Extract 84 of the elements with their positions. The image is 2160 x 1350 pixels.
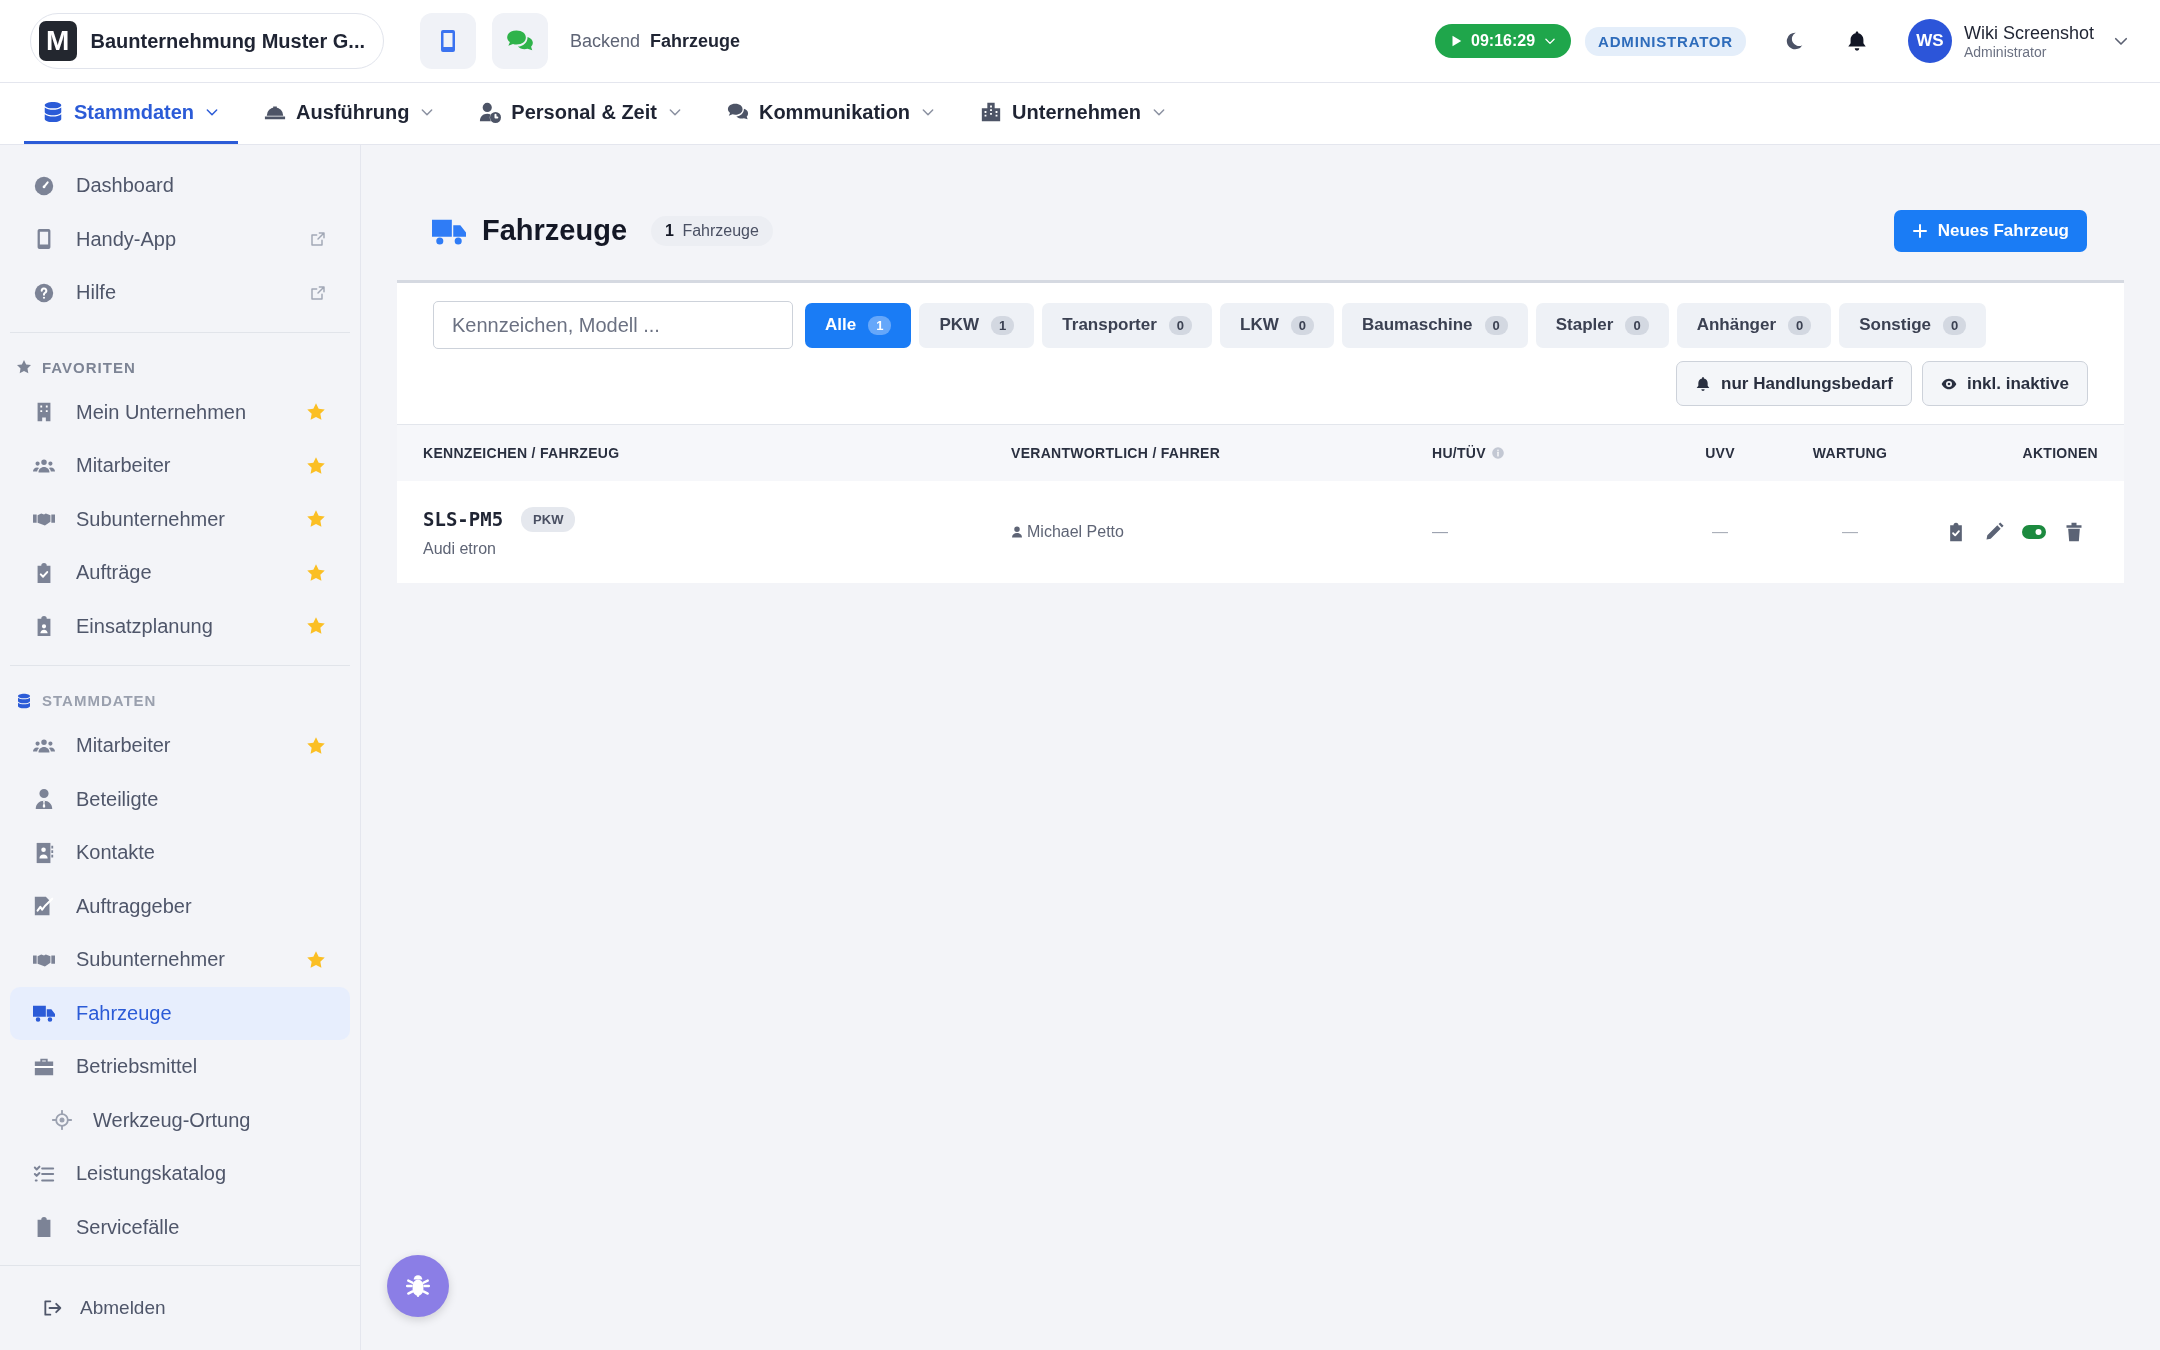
crosshair-icon bbox=[50, 1110, 74, 1131]
mobile-app-button[interactable] bbox=[420, 13, 476, 69]
column-header: HU/TÜV bbox=[1432, 445, 1486, 461]
vehicle-type-tag: PKW bbox=[521, 506, 576, 532]
table-cell: — bbox=[1712, 523, 1728, 540]
search-field[interactable]: Kennzeichen, Modell ... bbox=[433, 301, 793, 349]
notification-bell-icon[interactable] bbox=[1845, 30, 1868, 52]
sidebar-item[interactable]: Handy-App bbox=[10, 212, 350, 266]
column-header: KENNZEICHEN / FAHRZEUG bbox=[423, 445, 620, 461]
sidebar-item[interactable]: Aufträge bbox=[10, 546, 350, 600]
section-heading: FAVORITEN bbox=[42, 358, 136, 376]
sidebar-item[interactable]: Mitarbeiter bbox=[10, 439, 350, 493]
sidebar-item[interactable]: Betriebsmittel bbox=[10, 1040, 350, 1094]
menu-tab[interactable]: Unternehmen bbox=[962, 83, 1185, 144]
gauge-icon bbox=[32, 174, 56, 197]
logout-link[interactable]: Abmelden bbox=[42, 1297, 166, 1319]
page-title: Fahrzeuge bbox=[482, 214, 628, 247]
sidebar-item[interactable]: Dashboard bbox=[10, 159, 350, 213]
company-logo: M bbox=[39, 21, 77, 61]
company-name: Baunternehmung Muster G... bbox=[90, 29, 365, 53]
license-plate: SLS-PM5 bbox=[423, 508, 504, 530]
sidebar-item[interactable]: Hilfe bbox=[10, 266, 350, 320]
sidebar-item[interactable]: Mitarbeiter bbox=[10, 719, 350, 773]
star-icon[interactable] bbox=[306, 455, 326, 476]
sidebar-item[interactable]: Beteiligte bbox=[10, 772, 350, 826]
filter-tab[interactable]: Sonstige 0 bbox=[1839, 302, 1987, 348]
filter-tab[interactable]: Anhänger 0 bbox=[1676, 302, 1832, 348]
star-icon bbox=[16, 359, 32, 375]
question-icon bbox=[32, 281, 56, 304]
sidebar-item[interactable]: Werkzeug-Ortung bbox=[10, 1093, 350, 1147]
user-icon bbox=[1011, 526, 1023, 538]
driver-name: Michael Petto bbox=[1027, 523, 1124, 541]
plus-icon bbox=[1911, 222, 1928, 239]
breadcrumb-current: Fahrzeuge bbox=[650, 30, 741, 52]
filter-tab[interactable]: Baumaschine 0 bbox=[1342, 302, 1528, 348]
sidebar-item[interactable]: Kontakte bbox=[10, 826, 350, 880]
sidebar-item[interactable]: Einsatzplanung bbox=[10, 599, 350, 653]
bell-icon bbox=[1695, 375, 1712, 392]
column-header: AKTIONEN bbox=[2022, 445, 2098, 461]
delete-icon[interactable] bbox=[2064, 522, 2084, 542]
menu-tab[interactable]: Stammdaten bbox=[24, 83, 239, 144]
menu-tab[interactable]: Personal & Zeit bbox=[461, 83, 701, 144]
bug-report-button[interactable] bbox=[387, 1255, 449, 1317]
column-header: UVV bbox=[1705, 445, 1735, 461]
database-icon bbox=[16, 692, 32, 709]
breadcrumb-item[interactable]: Backend bbox=[570, 30, 641, 52]
filter-tab[interactable]: PKW 1 bbox=[919, 302, 1035, 348]
star-icon[interactable] bbox=[306, 562, 326, 583]
database-icon bbox=[42, 101, 64, 123]
role-badge: ADMINISTRATOR bbox=[1585, 26, 1746, 56]
sidebar-item[interactable]: Mein Unternehmen bbox=[10, 385, 350, 439]
user-role: Administrator bbox=[1963, 43, 2048, 60]
sidebar-item[interactable]: Fahrzeuge bbox=[10, 986, 350, 1040]
star-icon[interactable] bbox=[306, 735, 326, 756]
filter-toggle-button[interactable]: nur Handlungsbedarf bbox=[1676, 361, 1912, 406]
menu-tab[interactable]: Ausführung bbox=[246, 83, 454, 144]
table-cell: — bbox=[1432, 523, 1448, 540]
logout-icon bbox=[42, 1298, 62, 1318]
user-name: Wiki Screenshot bbox=[1963, 22, 2094, 44]
filter-toggle-button[interactable]: inkl. inaktive bbox=[1921, 361, 2088, 406]
city-icon bbox=[980, 101, 1003, 123]
bug-icon bbox=[405, 1273, 431, 1299]
column-header: VERANTWORTLICH / FAHRER bbox=[1011, 445, 1221, 461]
star-icon[interactable] bbox=[306, 949, 326, 970]
menu-tab[interactable]: Kommunikation bbox=[708, 83, 955, 144]
chat-button[interactable] bbox=[492, 13, 548, 69]
userclock-icon bbox=[479, 101, 502, 123]
sidebar-item[interactable]: Leistungskatalog bbox=[10, 1147, 350, 1201]
vehicle-model: Audi etron bbox=[423, 539, 497, 558]
section-heading: STAMMDATEN bbox=[42, 692, 157, 709]
filter-tab[interactable]: Stapler 0 bbox=[1535, 302, 1669, 348]
sidebar-item[interactable]: Subunternehmer bbox=[10, 492, 350, 546]
edit-icon[interactable] bbox=[1984, 522, 2004, 542]
count-badge: 1 Fahrzeuge bbox=[651, 215, 773, 246]
sidebar-item[interactable]: Subunternehmer bbox=[10, 933, 350, 987]
user-avatar[interactable]: WS bbox=[1907, 19, 1952, 63]
new-vehicle-button[interactable]: Neues Fahrzeug bbox=[1893, 209, 2087, 252]
sidebar-item[interactable]: Servicefälle bbox=[10, 1200, 350, 1254]
filter-tab[interactable]: Alle 1 bbox=[805, 302, 912, 348]
filter-tab[interactable]: Transporter 0 bbox=[1042, 302, 1213, 348]
column-header: WARTUNG bbox=[1812, 445, 1888, 461]
table-cell: — bbox=[1842, 523, 1858, 540]
sidebar-item[interactable]: Auftraggeber bbox=[10, 879, 350, 933]
filter-tab[interactable]: LKW 0 bbox=[1220, 302, 1334, 348]
